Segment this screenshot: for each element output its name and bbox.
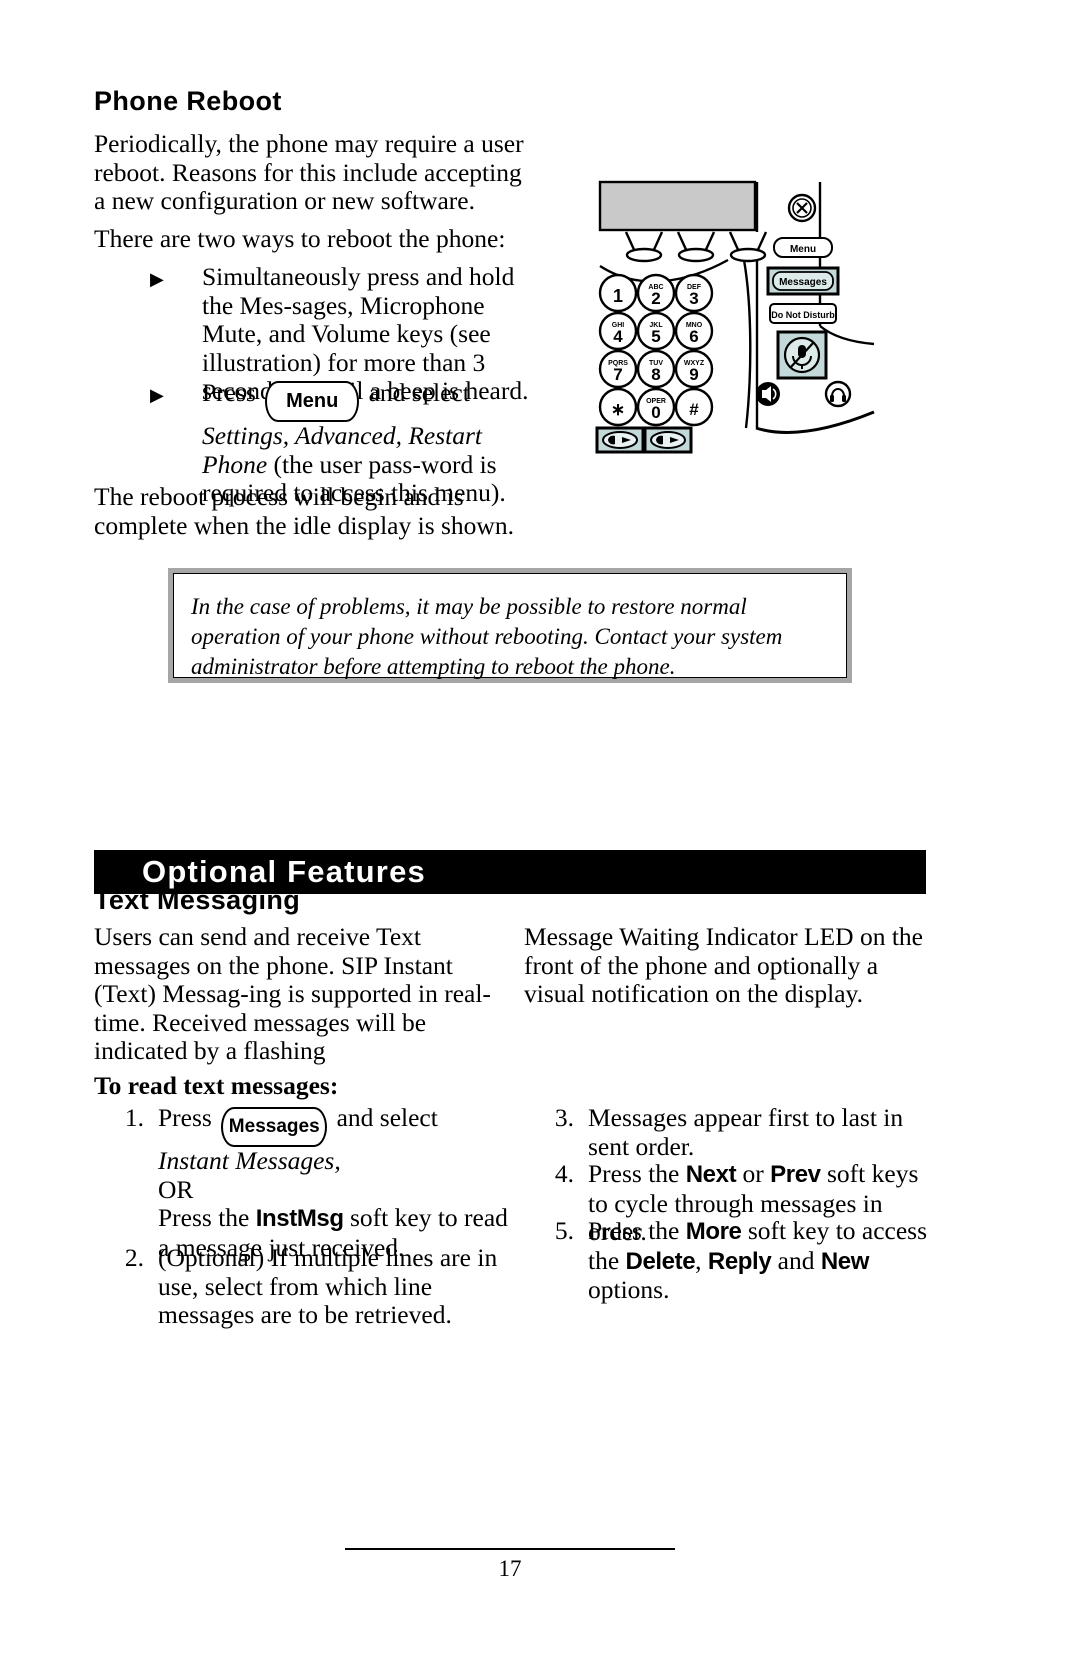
svg-text:2: 2 (651, 289, 660, 308)
press-the-label: Press the (588, 1216, 680, 1245)
note-text: In the case of problems, it may be possi… (191, 594, 783, 679)
menu-key-graphic: Menu (265, 381, 360, 422)
delete-soft-key-label: Delete (625, 1247, 696, 1275)
svg-text:9: 9 (689, 365, 698, 384)
svg-text:7: 7 (613, 365, 622, 384)
subheading-to-read-text-messages: To read text messages: (94, 1071, 339, 1100)
svg-text:Menu: Menu (790, 244, 816, 255)
messages-key-graphic: Messages (221, 1107, 328, 1147)
instmsg-soft-key-label: InstMsg (255, 1205, 344, 1233)
soft-key-indicators (624, 231, 768, 263)
bullet-arrow-icon: ▶ (150, 385, 164, 405)
step-item-1: 1. Press Messages and select Instant Mes… (110, 1103, 510, 1262)
microphone-mute-button-graphic-highlight (776, 330, 828, 380)
reboot-paragraph-1: Periodically, the phone may require a us… (94, 129, 524, 216)
speaker-button-icon (756, 382, 780, 406)
reply-soft-key-label: Reply (707, 1247, 772, 1275)
svg-text:∗: ∗ (611, 400, 625, 419)
phone-illustration: 1 ABC 2 DEF 3 GHI 4 JKL 5 MNO 6 PQRS 7 T… (592, 176, 877, 454)
press-label: Press (202, 378, 256, 407)
phone-illustration-svg: 1 ABC 2 DEF 3 GHI 4 JKL 5 MNO 6 PQRS 7 T… (595, 180, 875, 454)
do-not-disturb-button-graphic: Do Not Disturb (769, 303, 837, 324)
bullet-arrow-icon: ▶ (150, 269, 164, 289)
step-5-text: Press the More soft key to access the De… (588, 1216, 935, 1305)
svg-text:4: 4 (613, 327, 623, 346)
page-title-phone-reboot: Phone Reboot (94, 86, 282, 116)
svg-text:6: 6 (689, 327, 698, 346)
reboot-paragraph-2: There are two ways to reboot the phone: (94, 224, 506, 253)
messages-button-graphic-highlight: Messages (766, 266, 840, 296)
svg-text:#: # (689, 400, 699, 419)
reboot-paragraph-3: The reboot process will begin and is com… (94, 482, 514, 540)
footer-divider (345, 1548, 675, 1550)
step-number: 4. (554, 1159, 574, 1188)
step-3-text: Messages appear first to last in sent or… (588, 1103, 904, 1161)
and-conjunction: and (777, 1245, 815, 1275)
step-1-text: Press Messages and select Instant Messag… (158, 1103, 510, 1262)
or-label: OR (158, 1174, 194, 1204)
and-select-label: and select (368, 378, 470, 407)
step-number: 2. (124, 1243, 144, 1272)
step-number: 1. (124, 1103, 144, 1132)
next-soft-key-label: Next (685, 1161, 737, 1188)
svg-text:5: 5 (651, 327, 660, 346)
note-callout-box: In the case of problems, it may be possi… (168, 568, 852, 683)
step-number: 3. (554, 1103, 574, 1132)
press-the-label: Press the (158, 1203, 250, 1233)
document-page: Phone Reboot Periodically, the phone may… (0, 0, 1080, 1669)
svg-text:1: 1 (613, 286, 623, 306)
heading-text-messaging: Text Messaging (94, 885, 301, 915)
note-inner-border: In the case of problems, it may be possi… (173, 573, 847, 679)
svg-text:0: 0 (651, 403, 660, 422)
more-soft-key-label: More (685, 1218, 742, 1245)
svg-text:Do Not Disturb: Do Not Disturb (771, 310, 835, 320)
press-the-label: Press the (588, 1159, 680, 1188)
step-item-3: 3. Messages appear first to last in sent… (540, 1103, 935, 1161)
menu-button-graphic: Menu (773, 237, 833, 258)
text-messaging-intro-right: Message Waiting Indicator LED on the fro… (524, 922, 923, 1009)
volume-keys-highlight (595, 426, 693, 454)
prev-soft-key-label: Prev (770, 1161, 821, 1188)
step-2-text: (Optional) If multiple lines are in use,… (158, 1243, 498, 1330)
svg-text:3: 3 (689, 289, 698, 308)
cancel-button-icon (787, 193, 817, 223)
phone-display (598, 180, 757, 232)
and-select-label: and select (336, 1103, 438, 1132)
step-item-5: 5. Press the More soft key to access the… (540, 1216, 935, 1305)
press-label: Press (158, 1103, 212, 1132)
svg-text:8: 8 (651, 365, 660, 384)
new-soft-key-label: New (820, 1247, 870, 1275)
svg-text:Messages: Messages (779, 277, 827, 288)
page-number: 17 (498, 1556, 522, 1581)
instant-messages-italic: Instant Messages, (158, 1146, 341, 1175)
or-conjunction: or (742, 1159, 764, 1188)
step-item-2: 2. (Optional) If multiple lines are in u… (110, 1243, 510, 1330)
comma-separator: , (695, 1245, 702, 1275)
step-number: 5. (554, 1216, 574, 1245)
step-5-tail: options. (588, 1275, 670, 1305)
text-messaging-intro-left: Users can send and receive Text messages… (94, 922, 491, 1066)
headset-button-icon (824, 380, 852, 408)
phone-keypad: 1 ABC 2 DEF 3 GHI 4 JKL 5 MNO 6 PQRS 7 T… (598, 273, 714, 427)
